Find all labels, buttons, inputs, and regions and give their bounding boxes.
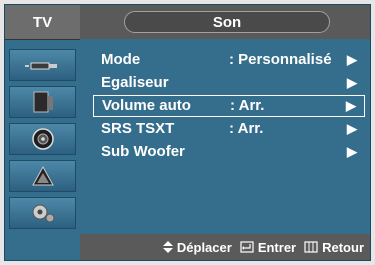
menu-item-label: Mode (101, 51, 141, 68)
menu-item-label: Egaliseur (101, 74, 169, 91)
footer-help-bar: Déplacer Entrer Retour (80, 234, 370, 260)
satellite-dish-icon (31, 165, 54, 186)
chevron-right-icon: ▶ (347, 144, 357, 159)
page-title: Son (124, 11, 330, 33)
menu-item-volume-auto[interactable]: Volume auto : Arr. ▶ (93, 95, 365, 117)
menu-item-label: Sub Woofer (101, 143, 185, 160)
picture-icon (33, 91, 53, 113)
chevron-right-icon: ▶ (347, 75, 357, 90)
menu-item-label: Volume auto (102, 97, 191, 114)
sidebar-title: TV (5, 5, 80, 40)
up-down-arrows-icon (162, 241, 173, 253)
enter-label: Entrer (257, 239, 297, 255)
osd-panel: TV Son Mode: Personnalisé ▶ Egaliseur ▶… (4, 4, 371, 261)
gear-icon (32, 204, 54, 223)
enter-icon (240, 241, 254, 253)
move-label: Déplacer (176, 239, 232, 255)
return-label: Retour (322, 239, 364, 255)
menu-item-value: : Arr. (229, 120, 264, 137)
header-bar: Son (80, 5, 370, 39)
chevron-right-icon: ▶ (347, 121, 357, 136)
menu-item-sub-woofer[interactable]: Sub Woofer ▶ (93, 141, 365, 163)
antenna-icon (24, 62, 57, 70)
sidebar-item-input[interactable] (9, 49, 76, 81)
menu-item-mode[interactable]: Mode : Personnalisé ▶ (93, 49, 365, 71)
sidebar: TV (5, 5, 80, 260)
chevron-right-icon: ▶ (347, 52, 357, 67)
chevron-right-icon: ▶ (346, 98, 356, 113)
menu-item-egaliseur[interactable]: Egaliseur ▶ (93, 72, 365, 94)
move-hint: Déplacer (162, 239, 232, 255)
sound-menu: Mode : Personnalisé ▶ Egaliseur ▶ Volume… (93, 49, 365, 164)
menu-icon (304, 241, 318, 253)
speaker-icon (31, 128, 54, 150)
menu-item-srs-tsxt[interactable]: SRS TSXT : Arr. ▶ (93, 118, 365, 140)
sidebar-item-channel[interactable] (9, 160, 76, 192)
menu-item-label: SRS TSXT (101, 120, 175, 137)
enter-hint: Entrer (240, 240, 296, 255)
return-hint: Retour (304, 240, 364, 255)
sidebar-item-sound[interactable] (9, 123, 76, 155)
menu-item-value: : Arr. (230, 97, 265, 114)
sidebar-item-setup[interactable] (9, 197, 76, 229)
tv-osd-frame: TV Son Mode: Personnalisé ▶ Egaliseur ▶… (0, 0, 375, 265)
menu-item-value: : Personnalisé (229, 51, 332, 68)
sidebar-item-picture[interactable] (9, 86, 76, 118)
